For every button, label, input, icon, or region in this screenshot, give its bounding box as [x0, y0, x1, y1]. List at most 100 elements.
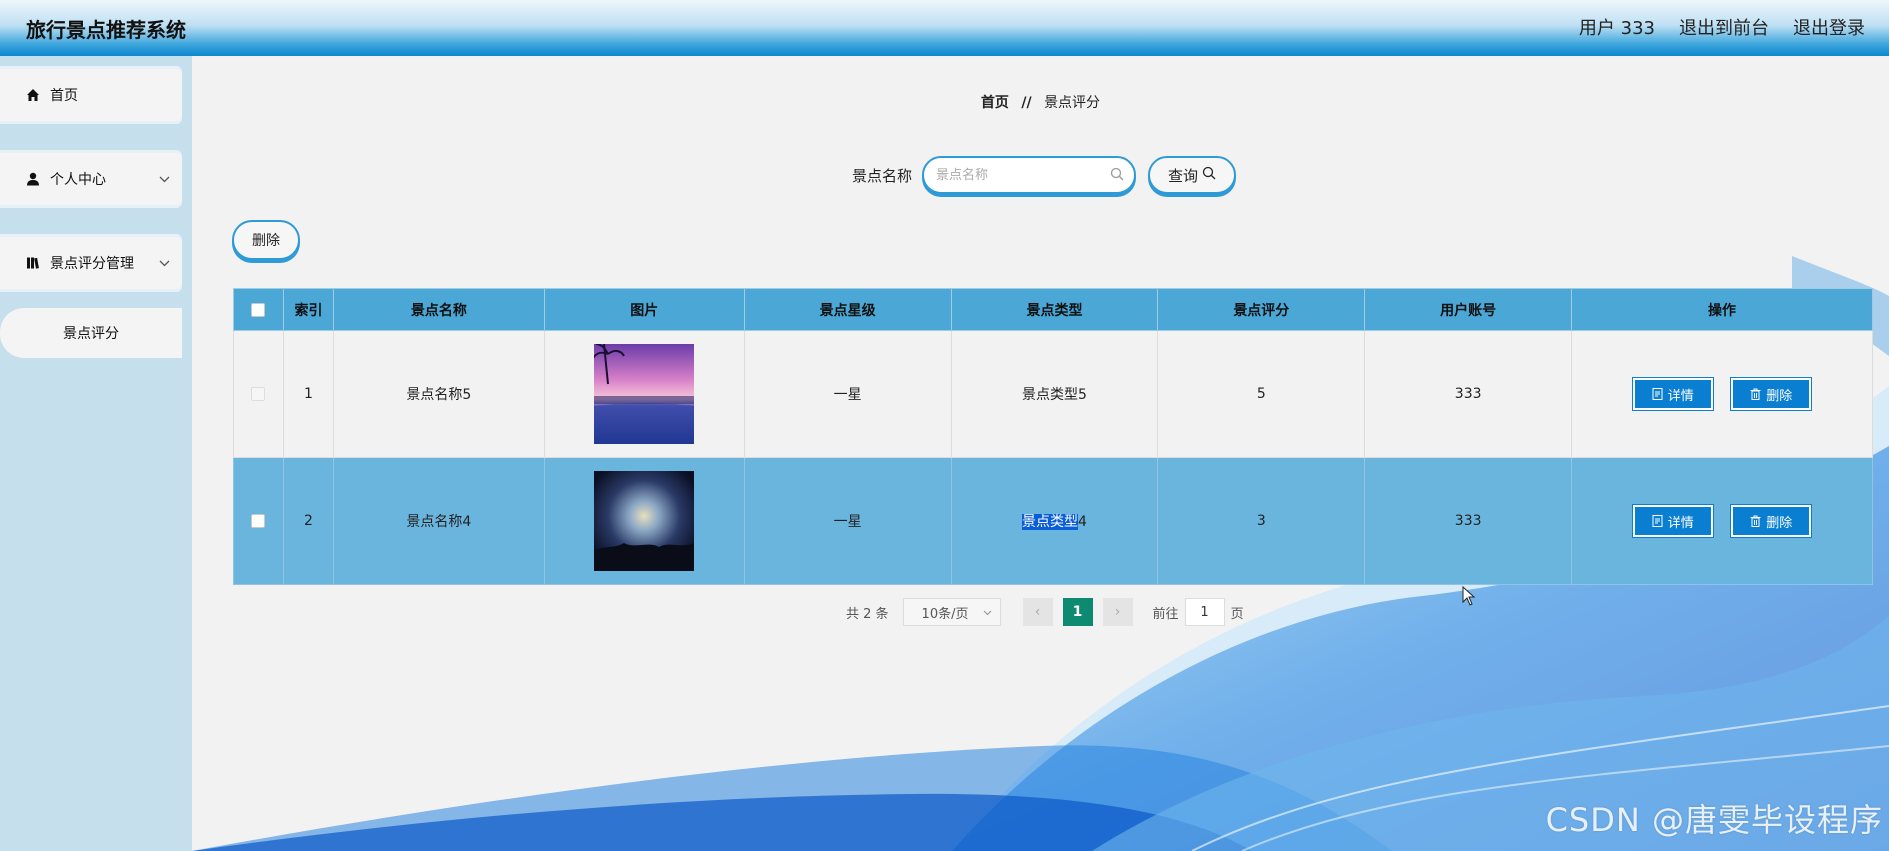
column-header: 用户账号	[1364, 288, 1573, 331]
sidebar-item-label: 首页	[50, 88, 78, 104]
column-header: 景点类型	[950, 288, 1159, 331]
back-to-front-link[interactable]: 退出到前台	[1679, 14, 1769, 40]
document-icon	[1652, 515, 1663, 527]
select-all-cell	[233, 288, 284, 331]
column-header: 索引	[282, 288, 334, 331]
prev-page-button[interactable]: ‹	[1022, 598, 1053, 626]
row-image-cell	[543, 330, 745, 458]
batch-delete-button[interactable]: 删除	[232, 220, 300, 260]
detail-button[interactable]: 详情	[1631, 377, 1714, 411]
breadcrumb: 首页 // 景点评分	[192, 92, 1889, 112]
main-content: 首页 // 景点评分 景点名称 查询 删除 索引 景点名称	[192, 56, 1889, 851]
row-index: 2	[282, 457, 334, 585]
chevron-down-icon	[159, 172, 170, 186]
row-type-cell: 景点类型4	[950, 457, 1159, 585]
search-input[interactable]	[924, 158, 1095, 192]
sidebar-item-rating[interactable]: 景点评分	[0, 308, 182, 358]
row-checkbox[interactable]	[251, 514, 266, 528]
user-label[interactable]: 用户 333	[1579, 14, 1655, 40]
goto-prefix: 前往	[1152, 606, 1179, 622]
page-size-value: 10条/页	[921, 606, 969, 622]
document-icon	[1652, 388, 1663, 400]
next-page-button[interactable]: ›	[1102, 598, 1133, 626]
sidebar-item-label: 景点评分	[63, 326, 119, 342]
search-icon	[1110, 167, 1124, 185]
top-header: 旅行景点推荐系统 用户 333 退出到前台 退出登录	[0, 0, 1889, 56]
select-all-checkbox[interactable]	[251, 302, 266, 317]
row-checkbox[interactable]	[251, 387, 266, 401]
row-image-cell	[543, 457, 745, 585]
table-header-row: 索引 景点名称 图片 景点星级 景点类型 景点评分 用户账号 操作	[233, 288, 1873, 331]
column-header: 景点名称	[332, 288, 545, 331]
delete-button-label: 删除	[1766, 388, 1793, 404]
query-button-label: 查询	[1168, 166, 1199, 185]
row-actions: 详情 删除	[1571, 330, 1873, 458]
row-name: 景点名称5	[332, 330, 545, 458]
chevron-down-icon	[983, 605, 992, 620]
pagination: 共 2 条 10条/页 ‹ 1 › 前往 页	[846, 598, 1244, 626]
user-icon	[26, 172, 40, 186]
detail-button-label: 详情	[1667, 515, 1694, 531]
header-links: 用户 333 退出到前台 退出登录	[1579, 14, 1865, 40]
book-icon	[26, 256, 40, 270]
row-type: 景点类型5	[950, 330, 1159, 458]
goto-page: 前往 页	[1153, 598, 1244, 626]
table-row[interactable]: 2 景点名称4 一星 景点类型4 3 333 详情 删除	[233, 457, 1873, 585]
row-select-cell	[233, 330, 284, 458]
search-label: 景点名称	[852, 166, 913, 185]
row-type-selected-text: 景点类型	[1022, 514, 1078, 530]
sidebar-item-personal-center[interactable]: 个人中心	[0, 150, 182, 208]
goto-page-input[interactable]	[1184, 598, 1225, 626]
row-star: 一星	[743, 457, 952, 585]
row-select-cell	[233, 457, 284, 585]
logout-link[interactable]: 退出登录	[1793, 14, 1865, 40]
search-box	[922, 156, 1137, 194]
breadcrumb-home[interactable]: 首页	[981, 95, 1009, 111]
dark-sky-image[interactable]	[594, 471, 695, 571]
table-row[interactable]: 1 景点名称5 一星 景点类型5 5 333 详情 删除	[233, 330, 1873, 458]
sidebar-item-rating-management[interactable]: 景点评分管理	[0, 234, 182, 292]
watermark: CSDN @唐雯毕设程序	[1545, 801, 1883, 839]
pagination-total: 共 2 条	[846, 606, 889, 622]
page-number-current[interactable]: 1	[1062, 598, 1093, 626]
row-name: 景点名称4	[332, 457, 545, 585]
row-index: 1	[282, 330, 334, 458]
trash-icon	[1750, 388, 1761, 400]
detail-button[interactable]: 详情	[1631, 504, 1714, 538]
sidebar-item-home[interactable]: 首页	[0, 66, 182, 124]
app-title: 旅行景点推荐系统	[26, 18, 186, 42]
row-type-rest: 4	[1078, 514, 1087, 530]
search-icon	[1202, 166, 1216, 184]
column-header: 图片	[543, 288, 745, 331]
delete-button[interactable]: 删除	[1730, 377, 1813, 411]
breadcrumb-current: 景点评分	[1044, 95, 1101, 111]
sidebar: 首页 个人中心 景点评分管理 景点评分	[0, 56, 192, 851]
home-icon	[26, 88, 40, 102]
chevron-right-icon: ›	[1114, 604, 1121, 620]
chevron-left-icon: ‹	[1034, 604, 1041, 620]
row-actions: 详情 删除	[1571, 457, 1873, 585]
search-row: 景点名称 查询	[852, 156, 1237, 194]
column-header: 操作	[1571, 288, 1873, 331]
page-size-select[interactable]: 10条/页	[902, 598, 1001, 626]
column-header: 景点评分	[1157, 288, 1366, 331]
sunset-palm-pool-image[interactable]	[594, 344, 695, 444]
delete-button-label: 删除	[1766, 515, 1793, 531]
trash-icon	[1750, 515, 1761, 527]
row-star: 一星	[743, 330, 952, 458]
breadcrumb-separator: //	[1021, 95, 1032, 111]
chevron-down-icon	[159, 256, 170, 270]
query-button[interactable]: 查询	[1148, 156, 1237, 194]
delete-button[interactable]: 删除	[1730, 504, 1813, 538]
sidebar-item-label: 个人中心	[50, 172, 106, 188]
row-score: 3	[1157, 457, 1366, 585]
goto-suffix: 页	[1230, 606, 1244, 622]
row-account: 333	[1364, 330, 1573, 458]
row-account: 333	[1364, 457, 1573, 585]
mouse-cursor-icon	[1462, 585, 1476, 610]
row-score: 5	[1157, 330, 1366, 458]
sidebar-item-label: 景点评分管理	[50, 256, 134, 272]
rating-table: 索引 景点名称 图片 景点星级 景点类型 景点评分 用户账号 操作 1 景点名称…	[233, 288, 1873, 585]
column-header: 景点星级	[743, 288, 952, 331]
detail-button-label: 详情	[1667, 388, 1694, 404]
